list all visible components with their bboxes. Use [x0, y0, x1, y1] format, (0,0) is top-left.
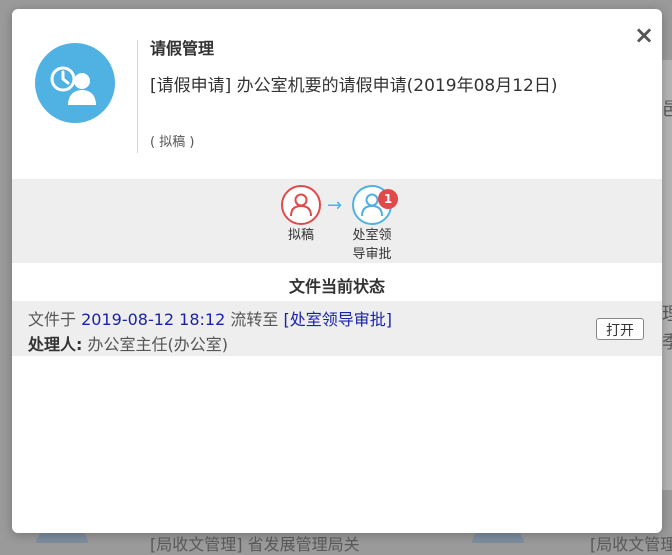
- background-text-fragment: 邑: [662, 99, 672, 120]
- handler-label: 处理人:: [28, 335, 83, 354]
- background-list-item: [局收文管理] 省发展管理局关: [150, 535, 360, 554]
- workflow-step-approval[interactable]: 1 处室领 导审批: [346, 185, 398, 264]
- workflow-step-label: 处室领 导审批: [346, 226, 398, 264]
- workflow-progress: 拟稿 → 1 处室领 导审批: [12, 179, 662, 263]
- pending-count-badge: 1: [378, 189, 398, 209]
- open-button[interactable]: 打开: [596, 318, 644, 340]
- dialog-header: 请假管理 [请假申请] 办公室机要的请假申请(2019年08月12日) ( 拟稿…: [12, 9, 662, 179]
- handler-value: 办公室主任(办公室): [82, 335, 228, 354]
- background-page-right: [662, 60, 672, 490]
- status-prefix: 文件于: [28, 310, 82, 329]
- document-title: [请假申请] 办公室机要的请假申请(2019年08月12日): [150, 76, 558, 96]
- person-icon: [281, 185, 321, 225]
- person-icon: 1: [352, 185, 398, 225]
- document-detail-dialog: × 请假管理 [请假申请] 办公室机要的请假申请(2019年08月12日) ( …: [12, 9, 662, 533]
- workflow-step-label-line: 处室领: [352, 228, 392, 243]
- workflow-step-label-line: 导审批: [352, 247, 392, 262]
- section-title: 文件当前状态: [288, 277, 385, 296]
- status-transfer-line: 文件于 2019-08-12 18:12 流转至 [处室领导审批]: [28, 306, 392, 330]
- leave-management-icon: [35, 43, 115, 123]
- document-type: 请假管理: [150, 39, 215, 58]
- current-status-panel: 文件于 2019-08-12 18:12 流转至 [处室领导审批] 处理人: 办…: [12, 301, 662, 356]
- status-datetime: 2019-08-12 18:12: [81, 310, 226, 329]
- arrow-right-icon: →: [327, 195, 343, 216]
- background-text-fragment: 理: [662, 304, 672, 325]
- header-divider: [137, 40, 138, 153]
- document-status: ( 拟稿 ): [150, 135, 195, 150]
- background-list-item: [局收文管理: [590, 535, 672, 554]
- status-target-step: [处室领导审批]: [283, 310, 392, 329]
- status-mid: 流转至: [225, 310, 284, 329]
- background-text-fragment: 季: [662, 332, 672, 353]
- workflow-step-label: 拟稿: [287, 228, 314, 243]
- workflow-step-draft[interactable]: 拟稿: [279, 185, 323, 245]
- status-handler-line: 处理人: 办公室主任(办公室): [28, 331, 228, 355]
